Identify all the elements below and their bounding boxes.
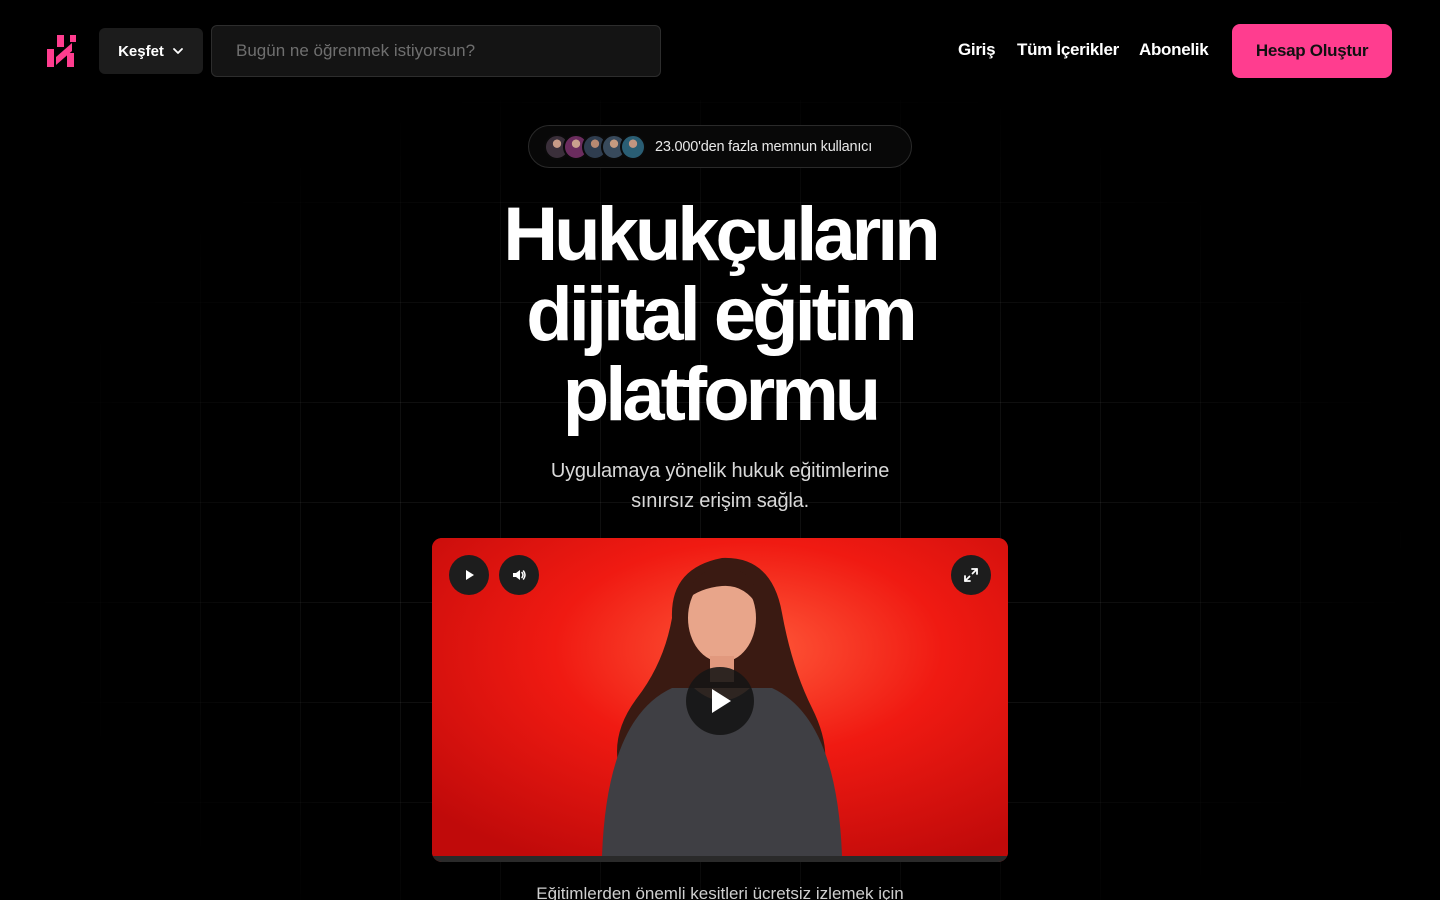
center-play-button[interactable]: [686, 667, 754, 735]
nav-all-content-link[interactable]: Tüm İçerikler: [1017, 40, 1119, 60]
explore-dropdown-button[interactable]: Keşfet: [99, 28, 203, 74]
nav-subscription-link[interactable]: Abonelik: [1139, 40, 1209, 60]
hero-title-line: dijital eğitim: [526, 272, 917, 357]
top-navbar: Keşfet Giriş Tüm İçerikler Abonelik Hesa…: [0, 0, 1440, 100]
video-progress-bar[interactable]: [432, 856, 1008, 862]
nav-login-link[interactable]: Giriş: [958, 40, 996, 60]
intro-video-player[interactable]: [432, 538, 1008, 862]
play-icon: [466, 570, 474, 580]
hero-subtitle-line: sınırsız erişim sağla.: [631, 490, 809, 512]
hero-title-line: platformu: [562, 352, 881, 437]
user-avatar-stack: [544, 133, 646, 160]
hero-subtitle: Uygulamaya yönelik hukuk eğitimlerine sı…: [470, 456, 970, 516]
play-icon: [712, 689, 731, 713]
fullscreen-button[interactable]: [951, 555, 991, 595]
search-input[interactable]: [211, 25, 661, 77]
avatar: [620, 133, 646, 160]
fullscreen-icon: [964, 568, 978, 582]
play-button[interactable]: [449, 555, 489, 595]
free-clips-text: Eğitimlerden önemli kesitleri ücretsiz i…: [536, 884, 904, 900]
hero-title: Hukukçuların dijital eğitim platformu: [420, 195, 1020, 435]
landing-page: Keşfet Giriş Tüm İçerikler Abonelik Hesa…: [0, 0, 1440, 900]
social-proof-badge: 23.000'den fazla memnun kullanıcı: [528, 125, 912, 168]
volume-button[interactable]: [499, 555, 539, 595]
brand-logo[interactable]: [47, 35, 77, 67]
volume-icon: [513, 570, 526, 580]
social-proof-text: 23.000'den fazla memnun kullanıcı: [655, 138, 873, 155]
chevron-down-icon: [173, 48, 183, 54]
hero-subtitle-line: Uygulamaya yönelik hukuk eğitimlerine: [550, 460, 890, 482]
explore-label: Keşfet: [118, 42, 164, 60]
create-account-button[interactable]: Hesap Oluştur: [1232, 24, 1392, 78]
hero-title-line: Hukukçuların: [503, 192, 940, 277]
